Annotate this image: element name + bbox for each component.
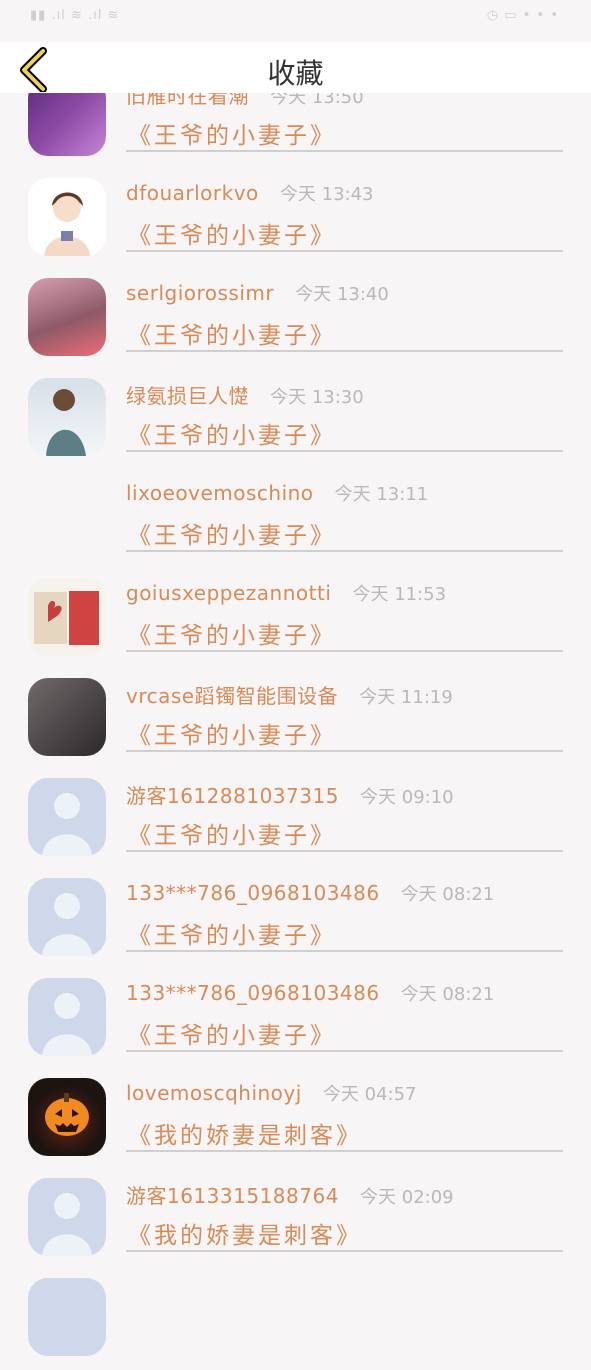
divider: [126, 150, 563, 152]
book-title[interactable]: 《王爷的小妻子》: [128, 416, 336, 450]
timestamp: 今天 02:09: [360, 1187, 454, 1208]
username: goiusxeppezannotti: [126, 581, 332, 605]
timestamp: 今天 08:21: [400, 984, 495, 1005]
book-title[interactable]: 《王爷的小妻子》: [128, 216, 336, 250]
avatar: [28, 978, 106, 1056]
default-user-icon: [42, 993, 92, 1056]
book-title[interactable]: 《我的娇妻是刺客》: [128, 1116, 362, 1150]
avatar: [28, 378, 106, 456]
avatar: [28, 678, 106, 756]
book-title[interactable]: 《王爷的小妻子》: [128, 516, 336, 550]
avatar: [28, 578, 106, 656]
list-item[interactable]: 游客1612881037315 今天 09:10 《王爷的小妻子》: [0, 770, 591, 870]
list-item[interactable]: lovemoscqhinoyj 今天 04:57 《我的娇妻是刺客》: [0, 1070, 591, 1170]
book-title[interactable]: 《王爷的小妻子》: [128, 716, 336, 750]
username: 游客1613315188764: [126, 1184, 339, 1208]
username: serlgiorossimr: [126, 281, 275, 305]
avatar: [28, 1178, 106, 1256]
avatar: [28, 778, 106, 856]
list-item[interactable]: goiusxeppezannotti 今天 11:53 《王爷的小妻子》: [0, 570, 591, 670]
timestamp: 今天 13:11: [334, 484, 429, 505]
avatar: [28, 278, 106, 356]
timestamp: 今天 04:57: [322, 1084, 417, 1105]
timestamp: 今天 11:19: [359, 687, 453, 708]
pumpkin-icon: [45, 1093, 89, 1136]
avatar: [28, 878, 106, 956]
avatar: [28, 1278, 106, 1356]
book-title[interactable]: 《王爷的小妻子》: [128, 816, 336, 850]
book-title[interactable]: 《王爷的小妻子》: [128, 1016, 336, 1050]
list-item[interactable]: vrcase蹈镯智能围设备 今天 11:19 《王爷的小妻子》: [0, 670, 591, 770]
username: 133***786_0968103486: [126, 881, 380, 905]
header: 收藏: [0, 42, 591, 93]
divider: [126, 1050, 563, 1052]
divider: [126, 250, 563, 252]
default-user-icon: [42, 893, 92, 956]
username: 133***786_0968103486: [126, 981, 380, 1005]
list-item[interactable]: 133***786_0968103486 今天 08:21 《王爷的小妻子》: [0, 870, 591, 970]
avatar: [28, 178, 106, 256]
username: lixoeovemoschino: [126, 481, 314, 505]
avatar-illustration: [34, 591, 99, 645]
divider: [126, 750, 563, 752]
list-item[interactable]: 绿氨损巨人憷 今天 13:30 《王爷的小妻子》: [0, 370, 591, 470]
divider: [126, 650, 563, 652]
avatar: [28, 478, 106, 556]
default-user-icon: [42, 1193, 92, 1256]
signal-icon: ▮▮ .ıl ≋ .ıl ≋: [30, 8, 120, 23]
list-item[interactable]: 133***786_0968103486 今天 08:21 《王爷的小妻子》: [0, 970, 591, 1070]
timestamp: 今天 13:30: [270, 387, 364, 408]
username: lovemoscqhinoyj: [126, 1081, 302, 1105]
avatar-illustration: [46, 389, 86, 456]
default-user-icon: [42, 793, 92, 856]
divider: [126, 1250, 563, 1252]
list-item[interactable]: lixoeovemoschino 今天 13:11 《王爷的小妻子》: [0, 470, 591, 570]
favorites-list: 旧雁时在看潮 今天 13:50 《王爷的小妻子》 dfouarlorkvo 今天…: [0, 70, 591, 1370]
list-item[interactable]: 游客1613315188764 今天 02:09 《我的娇妻是刺客》: [0, 1170, 591, 1270]
timestamp: 今天 09:10: [360, 787, 454, 808]
avatar-illustration: [28, 178, 106, 256]
book-title[interactable]: 《王爷的小妻子》: [128, 916, 336, 950]
page-title: 收藏: [267, 57, 324, 90]
timestamp: 今天 13:43: [279, 184, 374, 205]
username: dfouarlorkvo: [126, 181, 259, 205]
timestamp: 今天 11:53: [352, 584, 447, 605]
divider: [126, 1150, 563, 1152]
battery-icon: ◷ ▭ • • •: [486, 8, 559, 23]
avatar: [28, 1078, 106, 1156]
list-item-partial[interactable]: [0, 1270, 591, 1370]
book-title[interactable]: 《王爷的小妻子》: [128, 116, 336, 150]
divider: [126, 550, 563, 552]
username: vrcase蹈镯智能围设备: [126, 684, 339, 708]
timestamp: 今天 13:40: [295, 284, 389, 305]
list-item[interactable]: dfouarlorkvo 今天 13:43 《王爷的小妻子》: [0, 170, 591, 270]
book-title[interactable]: 《王爷的小妻子》: [128, 616, 336, 650]
timestamp: 今天 08:21: [400, 884, 495, 905]
status-bar: ▮▮ .ıl ≋ .ıl ≋ ◷ ▭ • • •: [0, 0, 591, 42]
book-title[interactable]: 《王爷的小妻子》: [128, 316, 336, 350]
divider: [126, 950, 563, 952]
divider: [126, 450, 563, 452]
divider: [126, 350, 563, 352]
username: 游客1612881037315: [126, 784, 339, 808]
book-title[interactable]: 《我的娇妻是刺客》: [128, 1216, 362, 1250]
list-item[interactable]: serlgiorossimr 今天 13:40 《王爷的小妻子》: [0, 270, 591, 370]
divider: [126, 850, 563, 852]
username: 绿氨损巨人憷: [126, 384, 249, 408]
